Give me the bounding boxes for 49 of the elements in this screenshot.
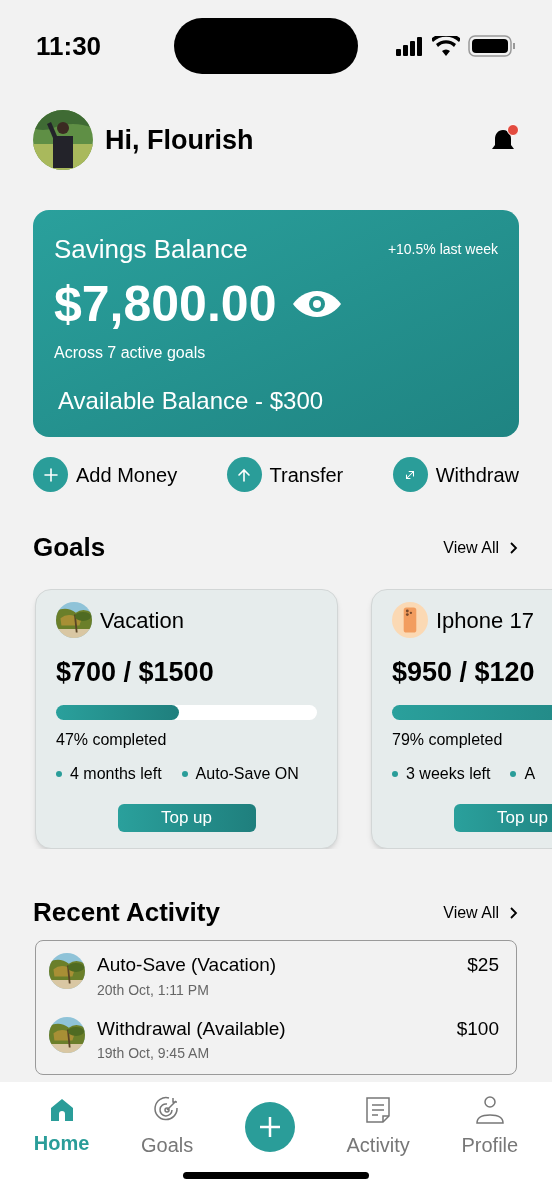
time-left: 4 months left: [70, 763, 162, 784]
eye-icon[interactable]: [292, 289, 343, 319]
card-title: Savings Balance: [54, 233, 248, 266]
action-button[interactable]: Add Money: [33, 457, 178, 492]
action-button[interactable]: Withdraw: [392, 457, 519, 492]
add-button[interactable]: [244, 1102, 295, 1152]
progress-text: 79% completed: [392, 729, 504, 750]
nav-tab[interactable]: Activity: [346, 1094, 410, 1160]
activity-title: Auto-Save (Vacation): [97, 953, 278, 977]
battery-icon: [468, 34, 516, 58]
progress-text: 47% completed: [56, 729, 168, 750]
activity-row[interactable]: Withdrawal (Available) 19th Oct, 9:45 AM $100: [49, 1014, 503, 1064]
chevron-right-icon: [507, 539, 519, 556]
goal-card[interactable]: Vacation $700 / $1500 47% completed 4 months left Auto-Save ON Top up: [35, 589, 338, 849]
top-up-button[interactable]: Top up: [453, 803, 552, 832]
chevron-right-icon: [507, 904, 519, 921]
wifi-icon: [432, 36, 460, 56]
view-all-link[interactable]: View All: [443, 900, 519, 925]
activity-amount: $25: [467, 953, 500, 977]
auto-save-status: A: [524, 763, 536, 784]
available-balance: Available Balance - $300: [58, 386, 325, 416]
plus-icon: [42, 466, 59, 483]
activity-row[interactable]: Auto-Save (Vacation) 20th Oct, 1:11 PM $25: [49, 951, 503, 1001]
action-button[interactable]: Transfer: [226, 457, 344, 492]
arrow-up-icon: [236, 466, 253, 483]
nav-tab[interactable]: Goals: [141, 1094, 194, 1160]
time-left: 3 weeks left: [406, 763, 491, 784]
auto-save-status: Auto-Save ON: [195, 763, 299, 784]
balance-amount: $7,800.00: [54, 279, 277, 329]
weekly-change: +10.5% last week: [387, 240, 498, 259]
activity-date: 19th Oct, 9:45 AM: [97, 1044, 211, 1063]
section-title: Goals: [33, 531, 106, 564]
goal-name: Iphone 17: [436, 606, 534, 635]
status-time: 11:30: [36, 29, 103, 63]
activity-title: Withdrawal (Available): [97, 1016, 287, 1041]
goal-name: Vacation: [100, 606, 184, 635]
goal-amount: $700 / $1500: [56, 656, 215, 689]
section-title: Recent Activity: [33, 896, 220, 929]
person-icon: [473, 1094, 506, 1126]
activity-amount: $100: [456, 1016, 500, 1041]
plus-icon: [257, 1115, 282, 1139]
top-up-button[interactable]: Top up: [117, 803, 256, 832]
goal-amount: $950 / $120: [392, 656, 536, 689]
view-all-link[interactable]: View All: [443, 535, 519, 560]
goals-summary: Across 7 active goals: [54, 343, 207, 363]
activity-date: 20th Oct, 1:11 PM: [97, 980, 210, 1000]
signal-icon: [396, 36, 424, 56]
nav-tab[interactable]: Profile: [461, 1094, 519, 1160]
greeting: Hi, Flourish: [105, 123, 254, 157]
